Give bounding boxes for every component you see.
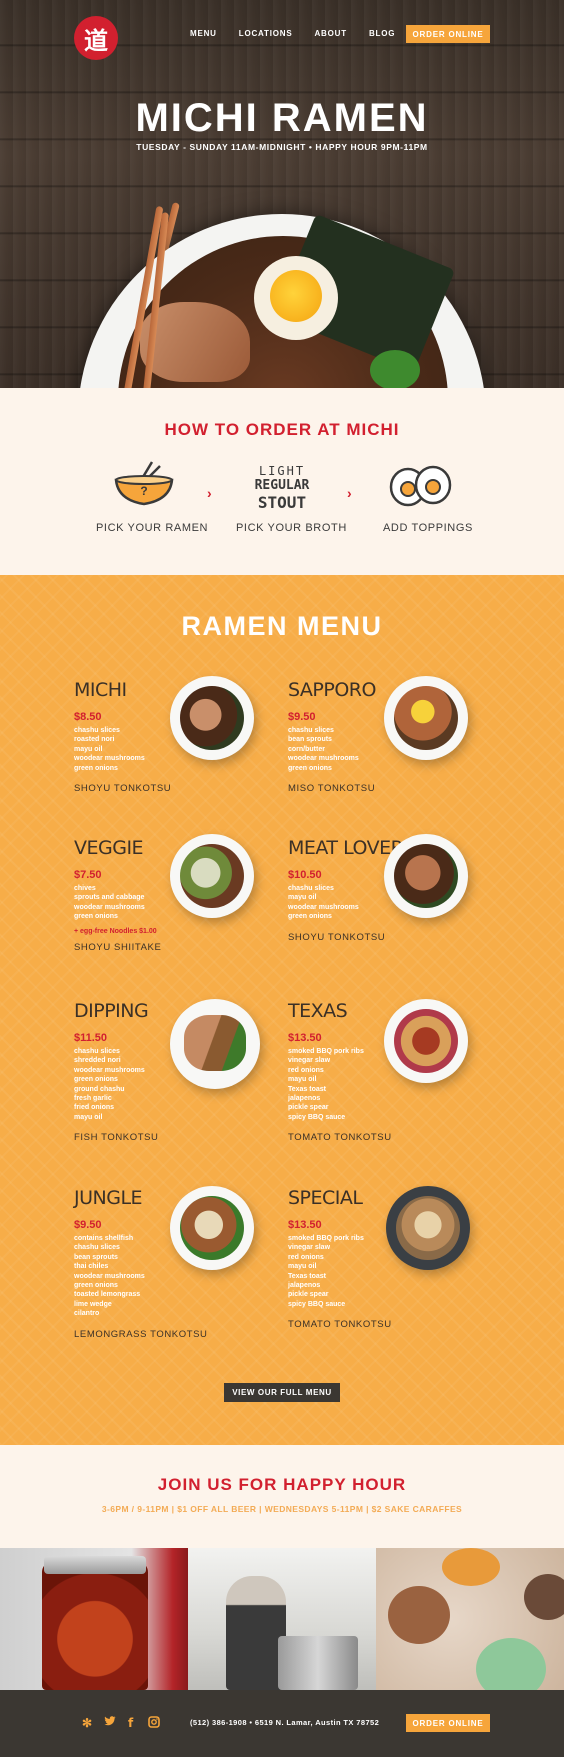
footer-contact: (512) 386-1908 • 6519 N. Lamar, Austin T…: [190, 1718, 380, 1727]
texas-bowl-photo: [384, 999, 468, 1083]
ingredient: lime wedge: [74, 1300, 112, 1308]
nav-blog[interactable]: BLOG: [369, 29, 395, 38]
twitter-icon[interactable]: [104, 1716, 116, 1730]
menu-item-broth: LEMONGRASS TONKOTSU: [74, 1328, 208, 1340]
site-footer: ✻ f (512) 386-1908 • 6519 N. Lamar, Aust…: [0, 1690, 564, 1757]
menu-item-note: + egg-free Noodles $1.00: [74, 927, 157, 935]
ingredient: mayu oil: [288, 1076, 317, 1084]
stock-pot: [278, 1636, 358, 1690]
veggie-bowl-photo: [170, 834, 254, 918]
menu-item-broth: TOMATO TONKOTSU: [288, 1319, 392, 1331]
broth-stout: STOUT: [257, 493, 307, 512]
ingredient: woodear mushrooms: [74, 903, 145, 911]
michi-bowl-photo: [170, 676, 254, 760]
ingredient: Texas toast: [288, 1272, 326, 1280]
mochi-photo: [376, 1548, 564, 1690]
happy-hour-section: JOIN US FOR HAPPY HOUR 3-6PM / 9-11PM | …: [0, 1445, 564, 1548]
ingredient: Texas toast: [288, 1085, 326, 1093]
main-nav: MENU LOCATIONS ABOUT BLOG: [190, 29, 417, 38]
michi-logo[interactable]: 道: [74, 16, 118, 60]
yelp-icon[interactable]: ✻: [82, 1716, 92, 1730]
how-to-order-title: HOW TO ORDER AT MICHI: [164, 420, 400, 439]
ingredient: woodear mushrooms: [74, 755, 145, 763]
mochi-brown: [388, 1586, 450, 1644]
step-add-toppings: ADD TOPPINGS: [383, 522, 473, 534]
ingredient: woodear mushrooms: [74, 1272, 145, 1280]
ingredient: cilantro: [74, 1310, 100, 1318]
ingredient: spicy BBQ sauce: [288, 1113, 346, 1121]
ingredient: jalapenos: [288, 1095, 321, 1103]
step-pick-broth: PICK YOUR BROTH: [236, 522, 347, 534]
special-bowl-photo: [386, 1186, 470, 1270]
ramen-menu-section: RAMEN MENU MICHI $8.50 chashu slices roa…: [0, 575, 564, 1445]
ingredient: jalapenos: [288, 1282, 321, 1290]
jungle-bowl-photo: [170, 1186, 254, 1270]
instagram-icon[interactable]: [148, 1716, 160, 1731]
broth-light: LIGHT: [258, 464, 306, 478]
broth-options: LIGHT REGULAR STOUT: [238, 464, 326, 512]
facebook-icon[interactable]: f: [128, 1716, 133, 1730]
mochi-dark: [524, 1574, 564, 1620]
ingredient: mayu oil: [288, 1263, 317, 1271]
how-to-order-section: HOW TO ORDER AT MICHI ? PICK YOUR RAMEN …: [0, 388, 564, 575]
ingredient: mayu oil: [74, 1113, 103, 1121]
ingredient: mayu oil: [74, 745, 103, 753]
menu-item-broth: FISH TONKOTSU: [74, 1132, 159, 1144]
ingredient: fresh garlic: [74, 1095, 112, 1103]
ramen-bowl-icon: ?: [112, 460, 176, 506]
hero-section: 道 MENU LOCATIONS ABOUT BLOG ORDER ONLINE…: [0, 0, 564, 388]
menu-item-broth: TOMATO TONKOTSU: [288, 1132, 392, 1144]
ingredient: green onions: [74, 764, 118, 772]
ingredient: ground chashu: [74, 1085, 125, 1093]
chef-kitchen-photo: [188, 1548, 376, 1690]
ingredient: pickle spear: [288, 1104, 329, 1112]
ingredient: green onions: [288, 764, 332, 772]
green-onions: [370, 350, 420, 388]
hero-hours: TUESDAY - SUNDAY 11AM-MIDNIGHT • HAPPY H…: [136, 142, 428, 152]
menu-item-broth: MISO TONKOTSU: [288, 783, 376, 795]
footer-order-online-button[interactable]: ORDER ONLINE: [406, 1714, 490, 1732]
chili-jar: [42, 1562, 148, 1690]
egg-yolk: [270, 270, 322, 322]
menu-item-broth: SHOYU TONKOTSU: [74, 783, 172, 795]
ingredient: woodear mushrooms: [288, 903, 359, 911]
ingredient: green onions: [74, 1282, 118, 1290]
nav-about[interactable]: ABOUT: [314, 29, 346, 38]
ingredient: fried onions: [74, 1104, 115, 1112]
view-full-menu-button[interactable]: VIEW OUR FULL MENU: [224, 1383, 340, 1402]
ingredient: woodear mushrooms: [288, 755, 359, 763]
ingredient: green onions: [288, 913, 332, 921]
broth-regular: REGULAR: [254, 478, 310, 493]
meat-lovers-bowl-photo: [384, 834, 468, 918]
chevron-right-icon: ›: [207, 485, 212, 501]
eggs-icon: [388, 464, 454, 508]
hero-title: MICHI RAMEN: [135, 96, 429, 140]
chili-jar-photo: [0, 1548, 188, 1690]
nav-menu[interactable]: MENU: [190, 29, 217, 38]
order-online-button[interactable]: ORDER ONLINE: [406, 25, 490, 43]
nav-locations[interactable]: LOCATIONS: [239, 29, 293, 38]
chef-figure: [226, 1576, 286, 1690]
ingredient: thai chiles: [74, 1263, 109, 1271]
mochi-orange: [442, 1548, 500, 1586]
ingredient: toasted lemongrass: [74, 1291, 141, 1299]
step-pick-ramen: PICK YOUR RAMEN: [96, 522, 209, 534]
menu-item-broth: SHOYU TONKOTSU: [288, 931, 386, 943]
ingredient: spicy BBQ sauce: [288, 1300, 346, 1308]
menu-item-broth: SHOYU SHIITAKE: [74, 941, 162, 953]
ingredient: pickle spear: [288, 1291, 329, 1299]
ingredient: corn/butter: [288, 745, 325, 753]
happy-hour-title: JOIN US FOR HAPPY HOUR: [157, 1475, 407, 1494]
sapporo-bowl-photo: [384, 676, 468, 760]
ramen-menu-title: RAMEN MENU: [181, 611, 383, 641]
happy-hour-details: 3-6PM / 9-11PM | $1 OFF ALL BEER | WEDNE…: [101, 1504, 463, 1514]
dipping-plate-photo: [170, 999, 260, 1089]
mochi-green: [476, 1638, 546, 1690]
jar-lid: [44, 1556, 146, 1574]
bowl-question-mark: ?: [140, 484, 148, 498]
ingredient: green onions: [74, 913, 118, 921]
chevron-right-icon: ›: [347, 485, 352, 501]
